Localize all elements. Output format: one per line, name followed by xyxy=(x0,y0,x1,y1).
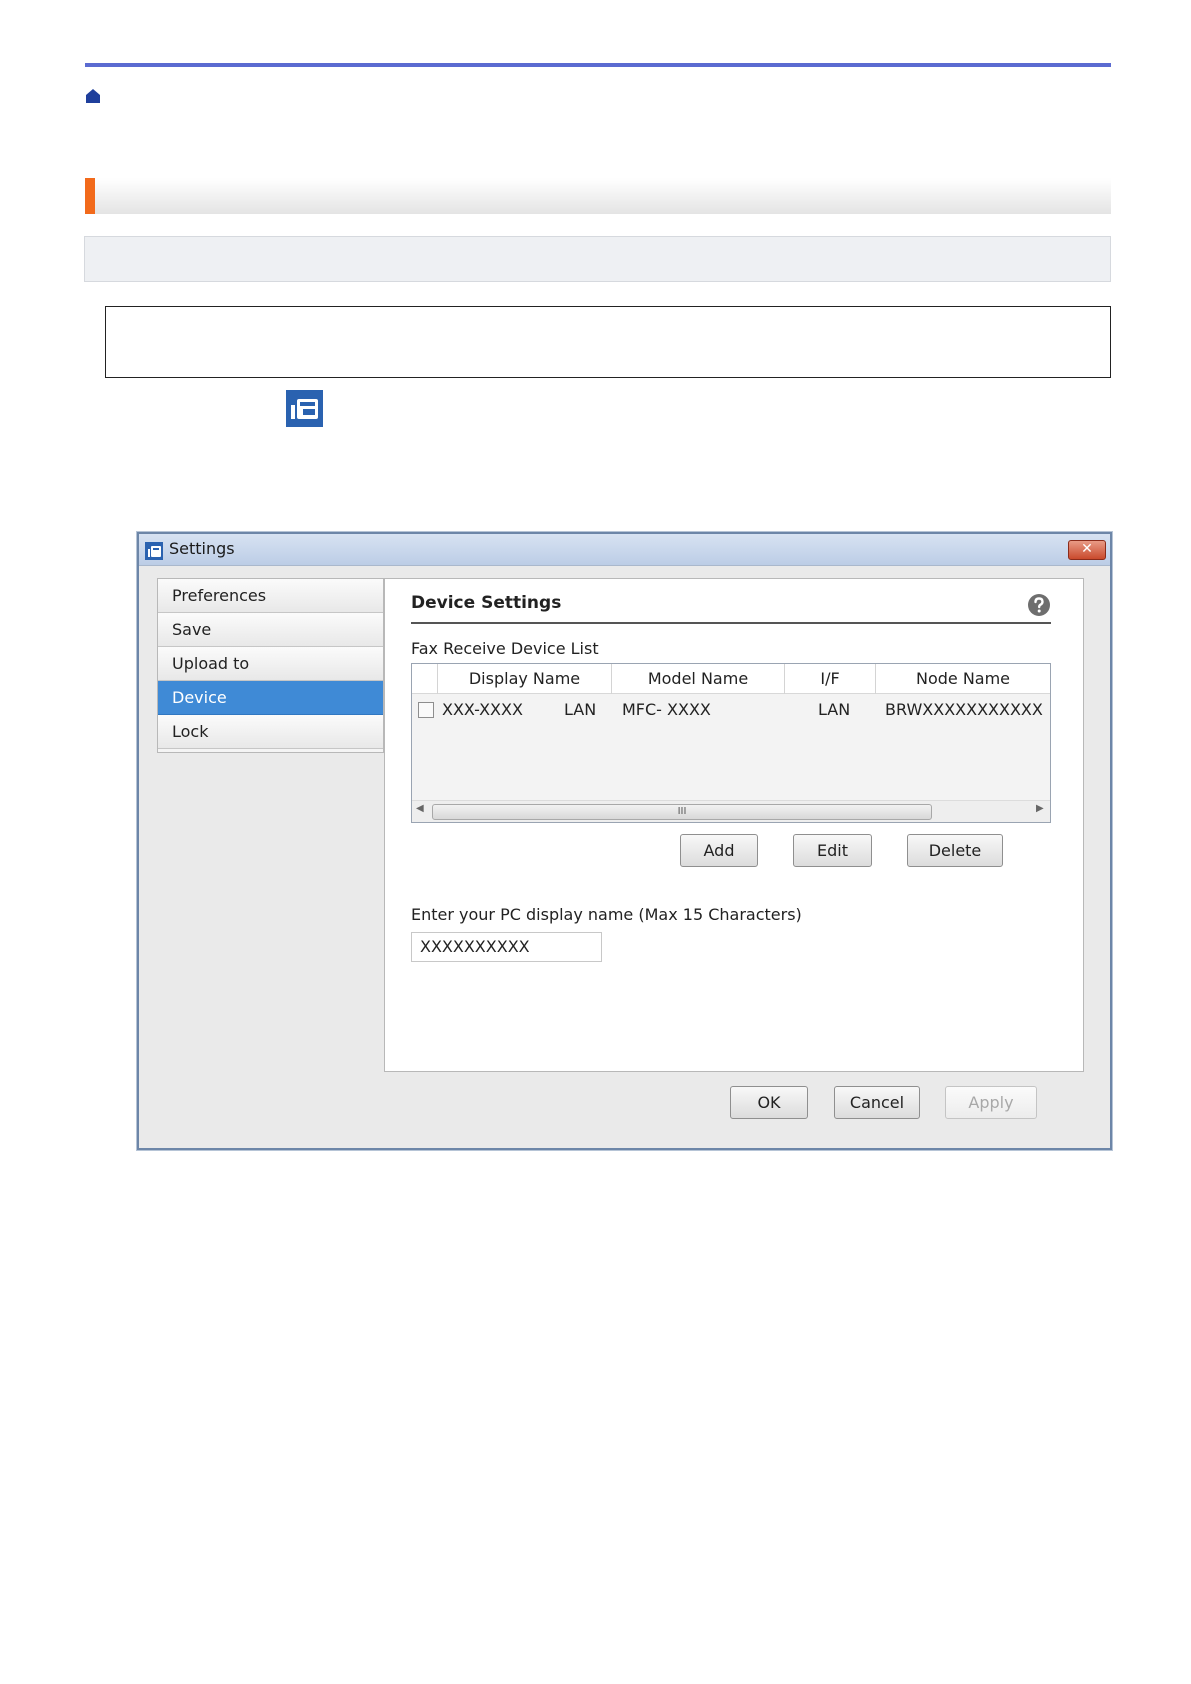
sidebar-item-preferences[interactable]: Preferences xyxy=(158,579,383,613)
close-button[interactable]: ✕ xyxy=(1068,540,1106,560)
close-icon: ✕ xyxy=(1081,541,1093,557)
settings-sidebar: Preferences Save Upload to Device Lock xyxy=(157,578,384,753)
row-interface: LAN xyxy=(818,700,851,719)
sidebar-item-save[interactable]: Save xyxy=(158,613,383,647)
top-rule xyxy=(85,63,1111,67)
info-box xyxy=(84,236,1111,282)
fax-receive-device-list[interactable]: Display Name Model Name I/F Node Name XX… xyxy=(411,663,1051,823)
column-header-checkbox xyxy=(412,664,438,694)
panel-title: Device Settings xyxy=(411,593,562,613)
panel-divider xyxy=(411,622,1051,624)
section-title-bar xyxy=(85,178,1111,214)
list-header: Display Name Model Name I/F Node Name xyxy=(412,664,1050,694)
sidebar-item-lock[interactable]: Lock xyxy=(158,715,383,749)
home-icon[interactable] xyxy=(85,88,101,104)
sidebar-item-upload-to[interactable]: Upload to xyxy=(158,647,383,681)
dialog-title: Settings xyxy=(169,539,235,558)
edit-button[interactable]: Edit xyxy=(793,834,872,867)
row-display-interface: LAN xyxy=(564,700,597,719)
scroll-left-arrow-icon[interactable]: ◀ xyxy=(416,803,424,814)
note-box xyxy=(105,306,1111,378)
help-icon[interactable] xyxy=(1027,593,1051,617)
row-display-name: XXX-XXXX xyxy=(442,700,523,719)
scrollbar-thumb[interactable]: III xyxy=(432,804,932,820)
settings-dialog: Settings ✕ Preferences Save Upload to De… xyxy=(137,532,1112,1150)
ok-button[interactable]: OK xyxy=(730,1086,808,1119)
add-button[interactable]: Add xyxy=(680,834,758,867)
fax-receive-list-label: Fax Receive Device List xyxy=(411,639,599,658)
pc-display-name-input[interactable]: XXXXXXXXXX xyxy=(411,932,602,962)
row-node-name: BRWXXXXXXXXXXX xyxy=(885,700,1043,719)
dialog-titlebar[interactable]: Settings ✕ xyxy=(139,534,1110,566)
sidebar-item-device[interactable]: Device xyxy=(158,681,383,715)
pc-display-name-label: Enter your PC display name (Max 15 Chara… xyxy=(411,905,802,924)
cancel-button[interactable]: Cancel xyxy=(834,1086,920,1119)
row-model-name: MFC- XXXX xyxy=(622,700,711,719)
apply-button[interactable]: Apply xyxy=(945,1086,1037,1119)
column-header-node-name[interactable]: Node Name xyxy=(876,664,1050,694)
fax-app-icon xyxy=(286,390,323,427)
horizontal-scrollbar[interactable]: ◀ III ▶ xyxy=(412,800,1050,822)
device-settings-panel: Device Settings Fax Receive Device List … xyxy=(384,578,1084,1072)
section-title-accent xyxy=(85,178,95,214)
row-checkbox[interactable] xyxy=(418,702,434,718)
settings-app-icon xyxy=(145,542,163,560)
column-header-if[interactable]: I/F xyxy=(785,664,876,694)
column-header-model-name[interactable]: Model Name xyxy=(612,664,785,694)
scroll-right-arrow-icon[interactable]: ▶ xyxy=(1036,803,1044,814)
delete-button[interactable]: Delete xyxy=(907,834,1003,867)
column-header-display-name[interactable]: Display Name xyxy=(438,664,612,694)
